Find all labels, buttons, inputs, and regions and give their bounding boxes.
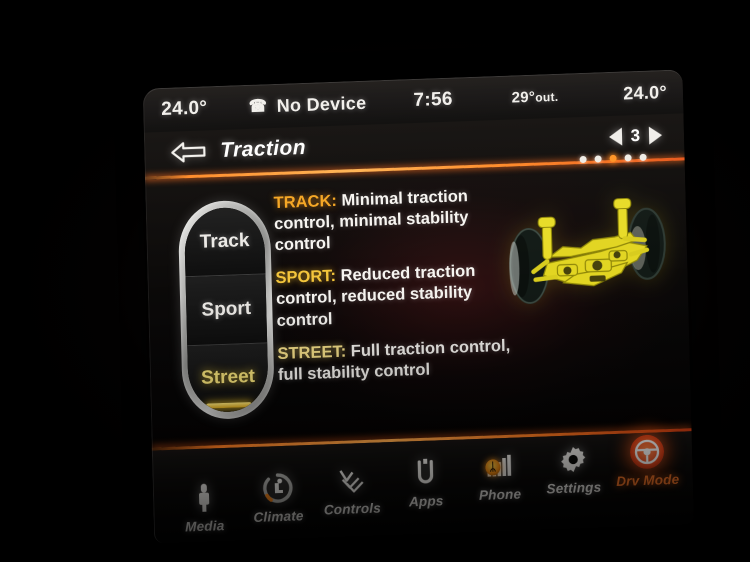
nav-label: Apps xyxy=(408,493,444,510)
head-unit-screen-wrapper: 24.0° ☎ No Device 7:56 29°out. 24.0° Tra… xyxy=(142,69,694,544)
device-label: No Device xyxy=(276,92,367,116)
page-number: 3 xyxy=(630,125,641,146)
nav-label: Settings xyxy=(546,479,602,497)
photo-stage: 24.0° ☎ No Device 7:56 29°out. 24.0° Tra… xyxy=(0,0,750,562)
mode-label: Sport xyxy=(201,297,252,321)
nav-item-climate[interactable]: Climate xyxy=(240,470,315,526)
nav-label: Drv Mode xyxy=(616,471,680,490)
page-dot[interactable] xyxy=(594,155,602,163)
suspension-chassis-graphic xyxy=(495,187,682,319)
main-content: Track Sport Street TRACK: Minimal tracti… xyxy=(145,164,691,438)
nav-item-controls[interactable]: Controls xyxy=(314,462,389,518)
bottom-nav: Media Climate Controls Apps ᛦ Phone Sett… xyxy=(151,431,694,544)
selected-indicator-bar xyxy=(205,401,252,409)
page-dot-active[interactable] xyxy=(609,154,617,163)
page-dot[interactable] xyxy=(639,153,647,161)
page-dot[interactable] xyxy=(579,155,587,164)
bluetooth-phone-icon: ☎ xyxy=(248,96,268,116)
outside-temp: 29°out. xyxy=(479,86,591,107)
mode-option-sport[interactable]: Sport xyxy=(185,274,268,346)
description-key: TRACK: xyxy=(273,191,338,213)
controls-seat-icon xyxy=(334,463,369,498)
climate-seat-icon xyxy=(260,471,295,506)
mode-label: Track xyxy=(199,229,250,253)
nav-item-media[interactable]: Media xyxy=(167,479,242,535)
mode-option-street[interactable]: Street xyxy=(187,343,269,414)
passenger-temp: 24.0° xyxy=(622,81,668,104)
apps-icon xyxy=(408,455,443,490)
description-track: TRACK: Minimal traction control, minimal… xyxy=(273,184,522,256)
back-arrow-icon[interactable] xyxy=(170,140,207,163)
head-unit-screen: 24.0° ☎ No Device 7:56 29°out. 24.0° Tra… xyxy=(142,69,694,544)
outside-temp-value: 29° xyxy=(511,88,536,107)
mode-descriptions: TRACK: Minimal traction control, minimal… xyxy=(273,184,526,398)
clock: 7:56 xyxy=(413,88,453,112)
page-dot[interactable] xyxy=(624,154,632,162)
mode-option-track[interactable]: Track xyxy=(183,206,266,278)
nav-item-apps[interactable]: Apps xyxy=(388,455,463,511)
description-key: SPORT: xyxy=(275,267,337,288)
description-sport: SPORT: Reduced traction control, reduced… xyxy=(275,260,524,332)
gear-icon xyxy=(556,442,591,477)
nav-label: Media xyxy=(184,518,225,535)
chevron-right-icon[interactable] xyxy=(648,126,663,145)
nav-item-settings[interactable]: Settings xyxy=(536,441,611,497)
pager: 3 xyxy=(608,125,663,147)
nav-label: Phone xyxy=(478,486,522,503)
nav-label: Climate xyxy=(253,508,304,526)
outside-temp-label: out. xyxy=(535,89,559,105)
description-key: STREET: xyxy=(277,342,347,363)
nav-label: Controls xyxy=(323,500,382,518)
device-status[interactable]: ☎ No Device xyxy=(247,91,387,117)
nav-item-phone[interactable]: ᛦ Phone xyxy=(462,448,537,504)
page-title: Traction xyxy=(220,135,307,162)
drive-mode-wheel[interactable]: Track Sport Street xyxy=(177,199,276,421)
media-aux-icon xyxy=(187,480,222,515)
drive-mode-wheel-inner: Track Sport Street xyxy=(183,206,269,414)
steering-wheel-icon xyxy=(629,434,665,470)
description-street: STREET: Full traction control, full stab… xyxy=(277,335,526,386)
mode-label: Street xyxy=(200,366,256,390)
nav-item-drv-mode[interactable]: Drv Mode xyxy=(610,434,685,490)
driver-temp: 24.0° xyxy=(160,97,208,121)
chevron-left-icon[interactable] xyxy=(608,127,622,147)
